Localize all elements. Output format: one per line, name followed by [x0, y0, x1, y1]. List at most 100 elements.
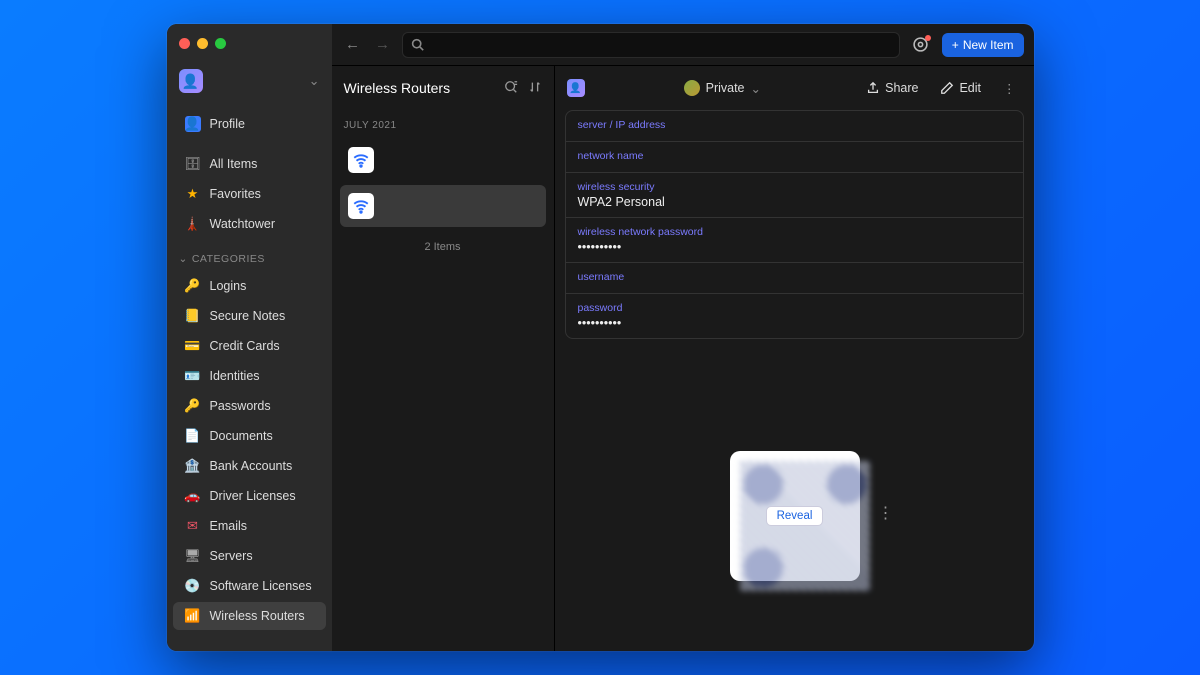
share-icon: [866, 81, 880, 95]
sidebar-item-favorites[interactable]: ★ Favorites: [173, 180, 326, 208]
close-window-button[interactable]: [179, 38, 190, 49]
filter-icon: [504, 80, 518, 94]
field-label: server / IP address: [578, 119, 1011, 131]
qr-code-blurred: [740, 461, 870, 591]
sidebar-item-label: Favorites: [210, 187, 261, 201]
disc-icon: 💿: [185, 578, 201, 594]
sidebar-item-label: Servers: [210, 549, 253, 563]
list-header: Wireless Routers: [332, 66, 554, 110]
email-icon: ✉: [185, 518, 201, 534]
nav-forward-button[interactable]: →: [372, 34, 394, 56]
plus-icon: +: [952, 38, 959, 52]
field-network-name[interactable]: network name: [566, 142, 1023, 173]
search-icon: [411, 38, 424, 51]
password-icon: 🔑: [185, 398, 201, 414]
sidebar-item-label: Software Licenses: [210, 579, 312, 593]
chevron-down-icon: ⌄: [751, 81, 761, 96]
sidebar-item-wireless-routers[interactable]: 📶Wireless Routers: [173, 602, 326, 630]
sidebar-item-credit-cards[interactable]: 💳 Credit Cards: [173, 332, 326, 360]
sort-button[interactable]: [528, 80, 542, 97]
vault-selector[interactable]: Private ⌄: [684, 80, 761, 96]
sidebar-item-label: Driver Licenses: [210, 489, 296, 503]
wifi-icon: [352, 151, 370, 169]
nav-back-button[interactable]: ←: [342, 34, 364, 56]
list-item[interactable]: [340, 185, 546, 227]
new-item-button[interactable]: + New Item: [942, 33, 1024, 57]
sidebar-item-secure-notes[interactable]: 📒 Secure Notes: [173, 302, 326, 330]
sidebar-item-label: Documents: [210, 429, 273, 443]
list-date-group: JULY 2021: [332, 110, 554, 137]
app-badge-icon: 👤: [567, 79, 585, 97]
vault-name: Private: [706, 81, 745, 95]
field-value: ••••••••••: [578, 316, 1011, 330]
sidebar-item-all-items[interactable]: 🗄 All Items: [173, 150, 326, 178]
note-icon: 📒: [185, 308, 201, 324]
sidebar-item-logins[interactable]: 🔑Logins: [173, 272, 326, 300]
share-button[interactable]: Share: [860, 77, 924, 99]
search-input[interactable]: [402, 32, 900, 58]
server-icon: 🖥: [185, 548, 201, 564]
router-item-icon: [348, 193, 374, 219]
filter-button[interactable]: [504, 80, 518, 97]
field-label: network name: [578, 150, 1011, 162]
list-item[interactable]: [340, 139, 546, 181]
pencil-icon: [940, 81, 954, 95]
qr-code-card: Reveal: [730, 451, 860, 581]
star-icon: ★: [185, 186, 201, 202]
sidebar-item-label: Watchtower: [210, 217, 276, 231]
sidebar-item-label: Credit Cards: [210, 339, 280, 353]
list-title: Wireless Routers: [344, 80, 451, 96]
sidebar-item-label: Profile: [210, 117, 245, 131]
reveal-qr-button[interactable]: Reveal: [766, 506, 824, 526]
main-panel: ← → + New Item Wireless Routers: [332, 24, 1034, 651]
sidebar-item-watchtower[interactable]: 🗼 Watchtower: [173, 210, 326, 238]
wifi-icon: [352, 197, 370, 215]
id-card-icon: 🪪: [185, 368, 201, 384]
sidebar-item-label: Identities: [210, 369, 260, 383]
notifications-button[interactable]: [908, 32, 934, 58]
watchtower-icon: 🗼: [185, 216, 201, 232]
field-value: ••••••••••: [578, 240, 1011, 254]
field-server-ip[interactable]: server / IP address: [566, 111, 1023, 142]
sidebar-item-bank-accounts[interactable]: 🏦Bank Accounts: [173, 452, 326, 480]
sidebar-item-servers[interactable]: 🖥 Servers: [173, 542, 326, 570]
content-area: Wireless Routers JULY 2021: [332, 66, 1034, 651]
credit-card-icon: 💳: [185, 338, 201, 354]
sidebar-item-documents[interactable]: 📄Documents: [173, 422, 326, 450]
app-window: 👤 ⌄ 👤 Profile 🗄 All Items ★ Favorites 🗼 …: [167, 24, 1034, 651]
sidebar-item-label: All Items: [210, 157, 258, 171]
bank-icon: 🏦: [185, 458, 201, 474]
minimize-window-button[interactable]: [197, 38, 208, 49]
categories-heading: ⌄ CATEGORIES: [167, 239, 332, 271]
sidebar-item-profile[interactable]: 👤 Profile: [173, 110, 326, 138]
notification-dot-icon: [925, 35, 931, 41]
item-list-column: Wireless Routers JULY 2021: [332, 66, 555, 651]
sort-icon: [528, 80, 542, 94]
sidebar-item-identities[interactable]: 🪪 Identities: [173, 362, 326, 390]
profile-icon: 👤: [185, 116, 201, 132]
edit-button[interactable]: Edit: [934, 77, 987, 99]
chevron-down-icon: ⌄: [179, 253, 188, 265]
sidebar-item-label: Secure Notes: [210, 309, 286, 323]
field-username[interactable]: username: [566, 263, 1023, 294]
detail-fields: server / IP address network name wireles…: [565, 110, 1024, 339]
detail-header: 👤 Private ⌄ Share Edit: [555, 66, 1034, 110]
wifi-icon: 📶: [185, 608, 201, 624]
vault-icon: [684, 80, 700, 96]
sidebar-item-emails[interactable]: ✉Emails: [173, 512, 326, 540]
maximize-window-button[interactable]: [215, 38, 226, 49]
account-switcher[interactable]: 👤 ⌄: [167, 63, 332, 109]
account-avatar-icon: 👤: [179, 69, 203, 93]
more-button[interactable]: ⋮: [997, 77, 1022, 100]
sidebar-item-software-licenses[interactable]: 💿 Software Licenses: [173, 572, 326, 600]
chevron-down-icon: ⌄: [309, 73, 320, 89]
sidebar-item-passwords[interactable]: 🔑Passwords: [173, 392, 326, 420]
router-item-icon: [348, 147, 374, 173]
field-wireless-security[interactable]: wireless security WPA2 Personal: [566, 173, 1023, 218]
field-password[interactable]: password ••••••••••: [566, 294, 1023, 338]
license-icon: 🚗: [185, 488, 201, 504]
field-wireless-password[interactable]: wireless network password ••••••••••: [566, 218, 1023, 263]
sidebar: 👤 ⌄ 👤 Profile 🗄 All Items ★ Favorites 🗼 …: [167, 24, 332, 651]
sidebar-item-driver-licenses[interactable]: 🚗 Driver Licenses: [173, 482, 326, 510]
qr-more-button[interactable]: ⋮: [878, 503, 894, 523]
